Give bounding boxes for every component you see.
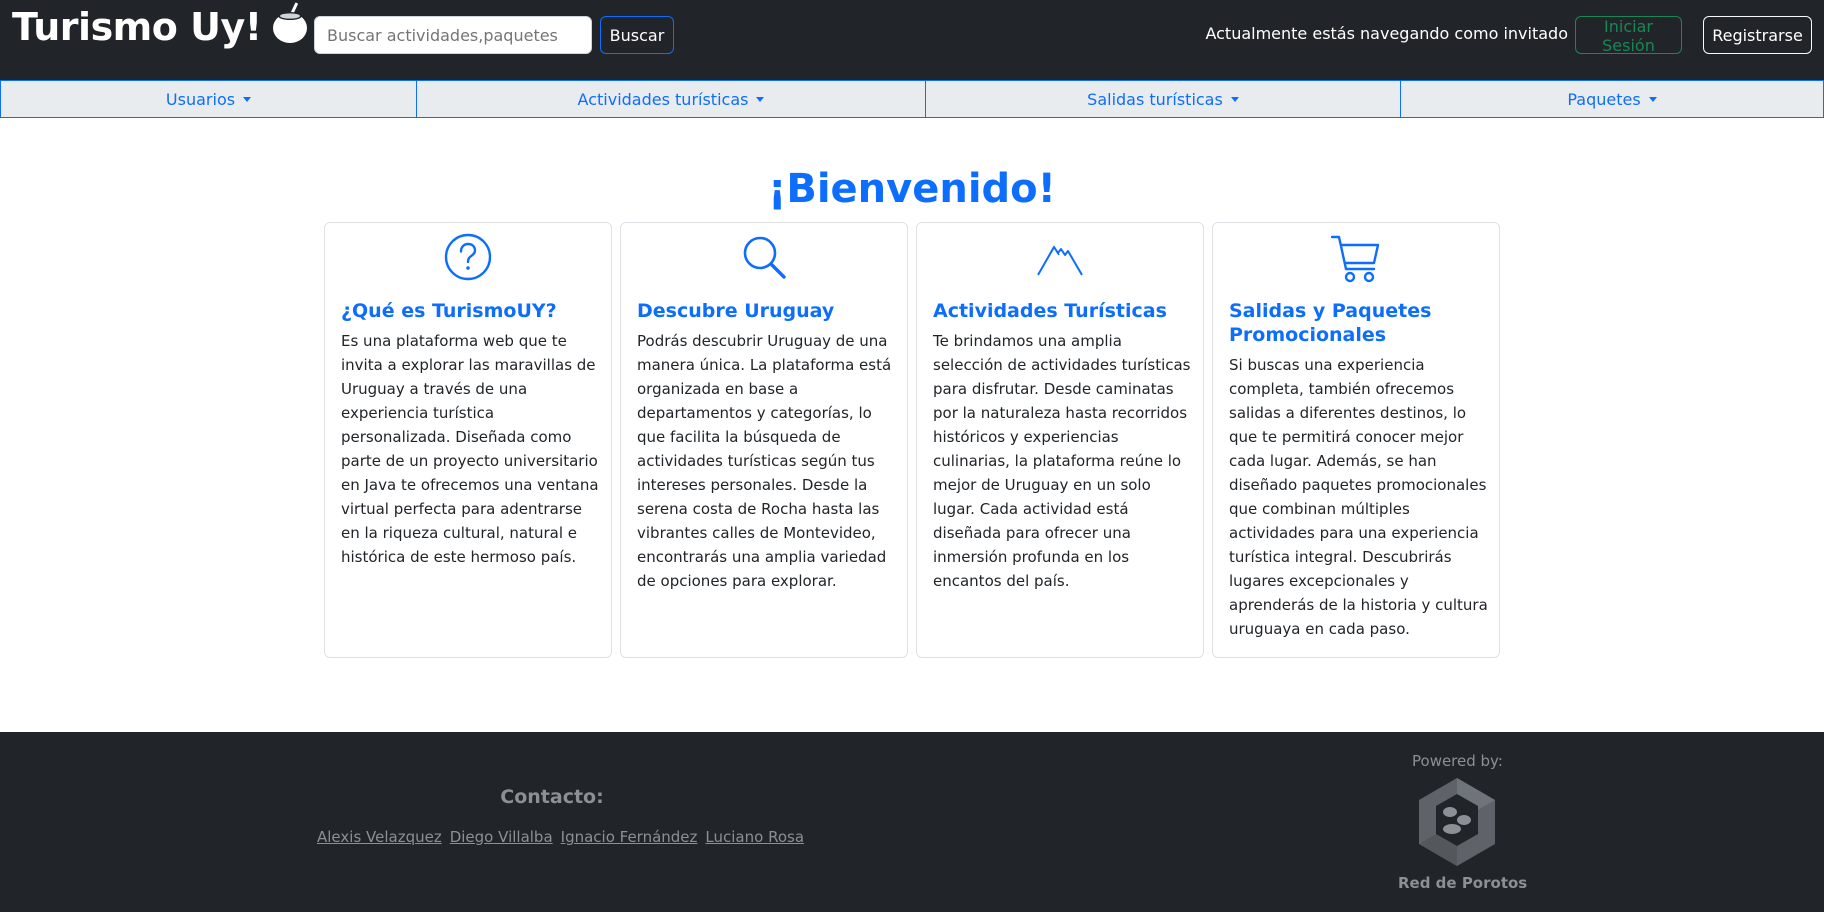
guest-status-text: Actualmente estás navegando como invitad… (1205, 24, 1568, 43)
contact-link[interactable]: Alexis Velazquez (317, 828, 442, 846)
contact-links: Alexis Velazquez Diego Villalba Ignacio … (317, 828, 804, 846)
nav-item-label: Paquetes (1567, 89, 1641, 109)
search-input[interactable] (314, 16, 592, 54)
nav-item-paquetes[interactable]: Paquetes (1401, 80, 1824, 118)
nav-item-salidas[interactable]: Salidas turísticas (926, 80, 1401, 118)
powered-by-label: Powered by: (1412, 752, 1503, 770)
contact-link[interactable]: Luciano Rosa (705, 828, 804, 846)
nav-item-label: Actividades turísticas (577, 89, 749, 109)
info-card: Actividades Turísticas Te brindamos una … (916, 222, 1204, 658)
mountain-icon (917, 233, 1203, 281)
nav-item-usuarios[interactable]: Usuarios (0, 80, 417, 118)
search-button[interactable]: Buscar (600, 16, 674, 54)
caret-down-icon (1648, 96, 1657, 102)
contact-title: Contacto: (500, 786, 604, 808)
nav-item-actividades[interactable]: Actividades turísticas (417, 80, 926, 118)
login-button[interactable]: Iniciar Sesión (1575, 16, 1682, 55)
footer: Contacto: Alexis Velazquez Diego Villalb… (0, 732, 1824, 912)
card-text: Podrás descubrir Uruguay de una manera ú… (637, 332, 892, 590)
cart-icon (1213, 233, 1499, 285)
caret-down-icon (243, 96, 252, 102)
card-text: Es una plataforma web que te invita a ex… (341, 332, 599, 566)
red-de-porotos-logo-icon (1414, 774, 1500, 870)
contact-link[interactable]: Diego Villalba (450, 828, 553, 846)
card-title: Salidas y Paquetes Promocionales (1229, 300, 1432, 346)
search-icon (621, 233, 907, 281)
caret-down-icon (1230, 96, 1239, 102)
brand-title[interactable]: Turismo Uy! (12, 5, 262, 49)
caret-down-icon (756, 96, 765, 102)
question-circle-icon (325, 233, 611, 281)
nav-item-label: Salidas turísticas (1087, 89, 1223, 109)
info-card: ¿Qué es TurismoUY? Es una plataforma web… (324, 222, 612, 658)
card-text: Te brindamos una amplia selección de act… (933, 332, 1191, 590)
card-text: Si buscas una experiencia completa, tamb… (1229, 356, 1488, 638)
card-title: ¿Qué es TurismoUY? (341, 300, 557, 322)
register-button[interactable]: Registrarse (1703, 16, 1812, 54)
contact-link[interactable]: Ignacio Fernández (561, 828, 698, 846)
card-title: Actividades Turísticas (933, 300, 1167, 322)
nav-item-label: Usuarios (165, 89, 236, 109)
info-card: Descubre Uruguay Podrás descubrir Urugua… (620, 222, 908, 658)
main-nav: Usuarios Actividades turísticas Salidas … (0, 80, 1824, 118)
header: Turismo Uy! Buscar Actualmente estás nav… (0, 0, 1824, 80)
page-title: ¡Bienvenido! (768, 166, 1056, 212)
mate-icon (270, 0, 310, 55)
logo-text: Red de Porotos (1398, 874, 1528, 892)
card-title: Descubre Uruguay (637, 300, 835, 322)
info-card: Salidas y Paquetes Promocionales Si busc… (1212, 222, 1500, 658)
brand[interactable]: Turismo Uy! (12, 2, 310, 52)
